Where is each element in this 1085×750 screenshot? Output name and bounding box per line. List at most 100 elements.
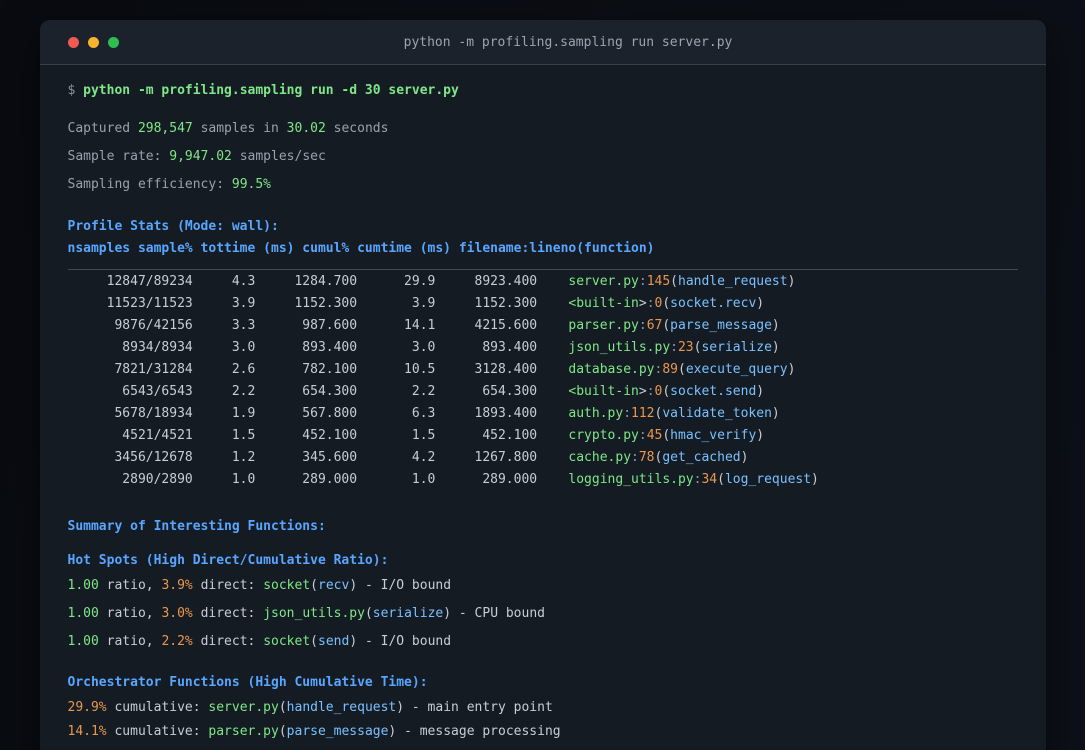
line-number: 145 — [646, 274, 671, 289]
row-metrics: 6543/6543 2.2 654.300 2.2 654.300 — [67, 384, 569, 399]
function-name: handle_request — [678, 274, 788, 289]
orchestrators-heading: Orchestrator Functions (High Cumulative … — [67, 675, 428, 690]
note-text: - CPU bound — [451, 606, 545, 621]
direct-percent: 3.0% — [161, 606, 193, 621]
paren: ) — [443, 606, 452, 621]
paren: ( — [310, 578, 318, 593]
text-segment: ratio, — [98, 606, 162, 621]
text-segment: Sampling efficiency: — [67, 177, 232, 192]
capture-stat-line: Captured 298,547 samples in 30.02 second… — [68, 119, 1018, 139]
file-name: <built-in — [568, 384, 639, 399]
orchestrators-list: 29.9% cumulative: server.py(handle_reque… — [68, 698, 1018, 742]
profile-row: 2890/2890 1.0 289.000 1.0 289.000 loggin… — [68, 469, 1018, 491]
close-button[interactable] — [67, 36, 79, 48]
function-name: log_request — [724, 472, 812, 487]
cumulative-percent: 29.9% — [67, 700, 107, 715]
text-segment: 30.02 — [286, 121, 326, 136]
file-name: parser.py — [568, 318, 639, 333]
text-segment: 99.5% — [231, 177, 272, 192]
line-number: 34 — [701, 472, 718, 487]
module-name: socket — [263, 578, 311, 593]
paren: ) — [396, 700, 405, 715]
paren: ( — [717, 472, 725, 487]
function-name: parse_message — [670, 318, 772, 333]
paren: ) — [349, 634, 358, 649]
maximize-button[interactable] — [107, 36, 119, 48]
separator: : — [670, 340, 678, 355]
module-name: parser.py — [208, 724, 279, 739]
function-name: serialize — [701, 340, 772, 355]
table-columns-header: nsamples sample% tottime (ms) cumul% cum… — [67, 241, 655, 256]
text-segment: ratio, — [98, 634, 162, 649]
function-name: parse_message — [286, 724, 389, 739]
capture-stats: Captured 298,547 samples in 30.02 second… — [68, 119, 1018, 195]
paren: ) — [740, 450, 749, 465]
paren: ( — [278, 724, 287, 739]
function-name: validate_token — [662, 406, 772, 421]
paren: ( — [278, 700, 287, 715]
profile-row: 8934/8934 3.0 893.400 3.0 893.400 json_u… — [68, 337, 1018, 359]
terminal-window: python -m profiling.sampling run server.… — [39, 20, 1046, 750]
function-name: get_cached — [662, 450, 741, 465]
command-line: $ python -m profiling.sampling run -d 30… — [68, 81, 1018, 101]
profile-table: 12847/89234 4.3 1284.700 29.9 8923.400 s… — [68, 271, 1018, 491]
profile-row: 5678/18934 1.9 567.800 6.3 1893.400 auth… — [68, 403, 1018, 425]
line-number: 45 — [646, 428, 663, 443]
hot-spots-list: 1.00 ratio, 3.9% direct: socket(recv) - … — [68, 576, 1018, 652]
paren: ) — [811, 472, 819, 487]
file-name: > — [638, 296, 647, 311]
paren: ( — [662, 384, 671, 399]
profile-row: 7821/31284 2.6 782.100 10.5 3128.400 dat… — [68, 359, 1018, 381]
file-name: > — [638, 384, 647, 399]
profile-row: 4521/4521 1.5 452.100 1.5 452.100 crypto… — [68, 425, 1018, 447]
row-metrics: 8934/8934 3.0 893.400 3.0 893.400 — [67, 340, 569, 355]
file-name: auth.py — [568, 406, 624, 421]
file-name: database.py — [568, 362, 655, 377]
paren: ) — [349, 578, 358, 593]
hot-spot-item: 1.00 ratio, 3.9% direct: socket(recv) - … — [68, 576, 1018, 596]
text-segment: samples in — [192, 121, 287, 136]
paren: ( — [364, 606, 373, 621]
note-text: - I/O bound — [357, 578, 452, 593]
ratio-value: 1.00 — [67, 578, 99, 593]
paren: ( — [677, 362, 686, 377]
function-name: serialize — [372, 606, 444, 621]
profile-row: 9876/42156 3.3 987.600 14.1 4215.600 par… — [68, 315, 1018, 337]
function-name: recv — [318, 578, 350, 593]
paren: ( — [662, 296, 671, 311]
separator: : — [638, 318, 647, 333]
text-segment: direct: — [192, 634, 264, 649]
file-name: json_utils.py — [568, 340, 671, 355]
separator: : — [638, 428, 647, 443]
text-segment: direct: — [192, 578, 264, 593]
hot-spot-item: 1.00 ratio, 2.2% direct: socket(send) - … — [68, 632, 1018, 652]
text-segment: samples/sec — [231, 149, 326, 164]
file-name: cache.py — [568, 450, 632, 465]
ratio-value: 1.00 — [67, 634, 99, 649]
row-metrics: 5678/18934 1.9 567.800 6.3 1893.400 — [67, 406, 569, 421]
hot-spot-item: 1.00 ratio, 3.0% direct: json_utils.py(s… — [68, 604, 1018, 624]
note-text: - I/O bound — [357, 634, 452, 649]
titlebar[interactable]: python -m profiling.sampling run server.… — [39, 20, 1046, 65]
separator: : — [623, 406, 632, 421]
summary-heading: Summary of Interesting Functions: — [67, 519, 326, 534]
function-name: hmac_verify — [670, 428, 757, 443]
command-text: python -m profiling.sampling run -d 30 s… — [83, 83, 459, 98]
file-name: logging_utils.py — [568, 472, 694, 487]
row-metrics: 9876/42156 3.3 987.600 14.1 4215.600 — [67, 318, 569, 333]
line-number: 78 — [638, 450, 655, 465]
profile-row: 11523/11523 3.9 1152.300 3.9 1152.300 <b… — [68, 293, 1018, 315]
orchestrator-item: 29.9% cumulative: server.py(handle_reque… — [68, 698, 1018, 718]
file-name: <built-in — [568, 296, 639, 311]
function-name: send — [318, 634, 350, 649]
text-segment: seconds — [325, 121, 389, 136]
direct-percent: 3.9% — [161, 578, 193, 593]
paren: ) — [756, 296, 765, 311]
profile-stats-heading: Profile Stats (Mode: wall): — [67, 219, 279, 234]
row-metrics: 3456/12678 1.2 345.600 4.2 1267.800 — [67, 450, 569, 465]
text-segment: 298,547 — [137, 121, 193, 136]
paren: ) — [787, 362, 796, 377]
minimize-button[interactable] — [87, 36, 99, 48]
separator: : — [631, 450, 639, 465]
